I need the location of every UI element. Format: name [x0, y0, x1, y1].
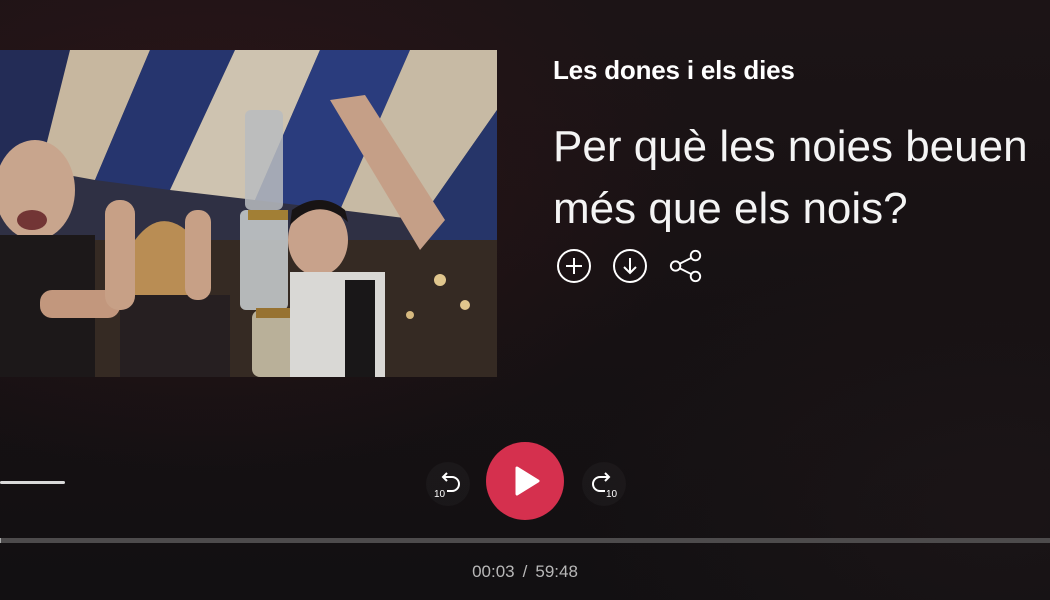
- skip-forward-seconds: 10: [606, 489, 618, 500]
- episode-cover-image: [0, 50, 497, 377]
- episode-title: Per què les noies beuen més que els nois…: [553, 122, 1028, 233]
- progress-fill: [0, 538, 1, 543]
- progress-bar[interactable]: [0, 538, 1050, 543]
- volume-slider[interactable]: [0, 481, 65, 484]
- play-button[interactable]: [486, 442, 564, 520]
- total-duration: 59:48: [535, 562, 578, 581]
- download-circle-icon: [613, 249, 647, 283]
- playback-controls: 10 10: [420, 442, 632, 522]
- audio-player: Les dones i els dies Per què les noies b…: [0, 0, 1050, 600]
- skip-back-button[interactable]: 10: [426, 462, 470, 506]
- add-button[interactable]: [556, 248, 592, 284]
- skip-forward-button[interactable]: 10: [582, 462, 626, 506]
- time-separator: /: [522, 562, 528, 581]
- skip-back-seconds: 10: [434, 489, 446, 500]
- episode-info: Les dones i els dies Per què les noies b…: [553, 52, 1050, 240]
- episode-actions: [556, 248, 704, 284]
- play-icon: [515, 466, 540, 496]
- share-icon: [669, 249, 702, 283]
- share-button[interactable]: [668, 248, 704, 284]
- rewind-10-icon: 10: [434, 472, 460, 500]
- download-button[interactable]: [612, 248, 648, 284]
- plus-circle-icon: [557, 249, 591, 283]
- program-title[interactable]: Les dones i els dies: [553, 52, 1050, 88]
- time-display: 00:03 / 59:48: [0, 562, 1050, 582]
- forward-10-icon: 10: [592, 472, 618, 500]
- current-time: 00:03: [472, 562, 515, 581]
